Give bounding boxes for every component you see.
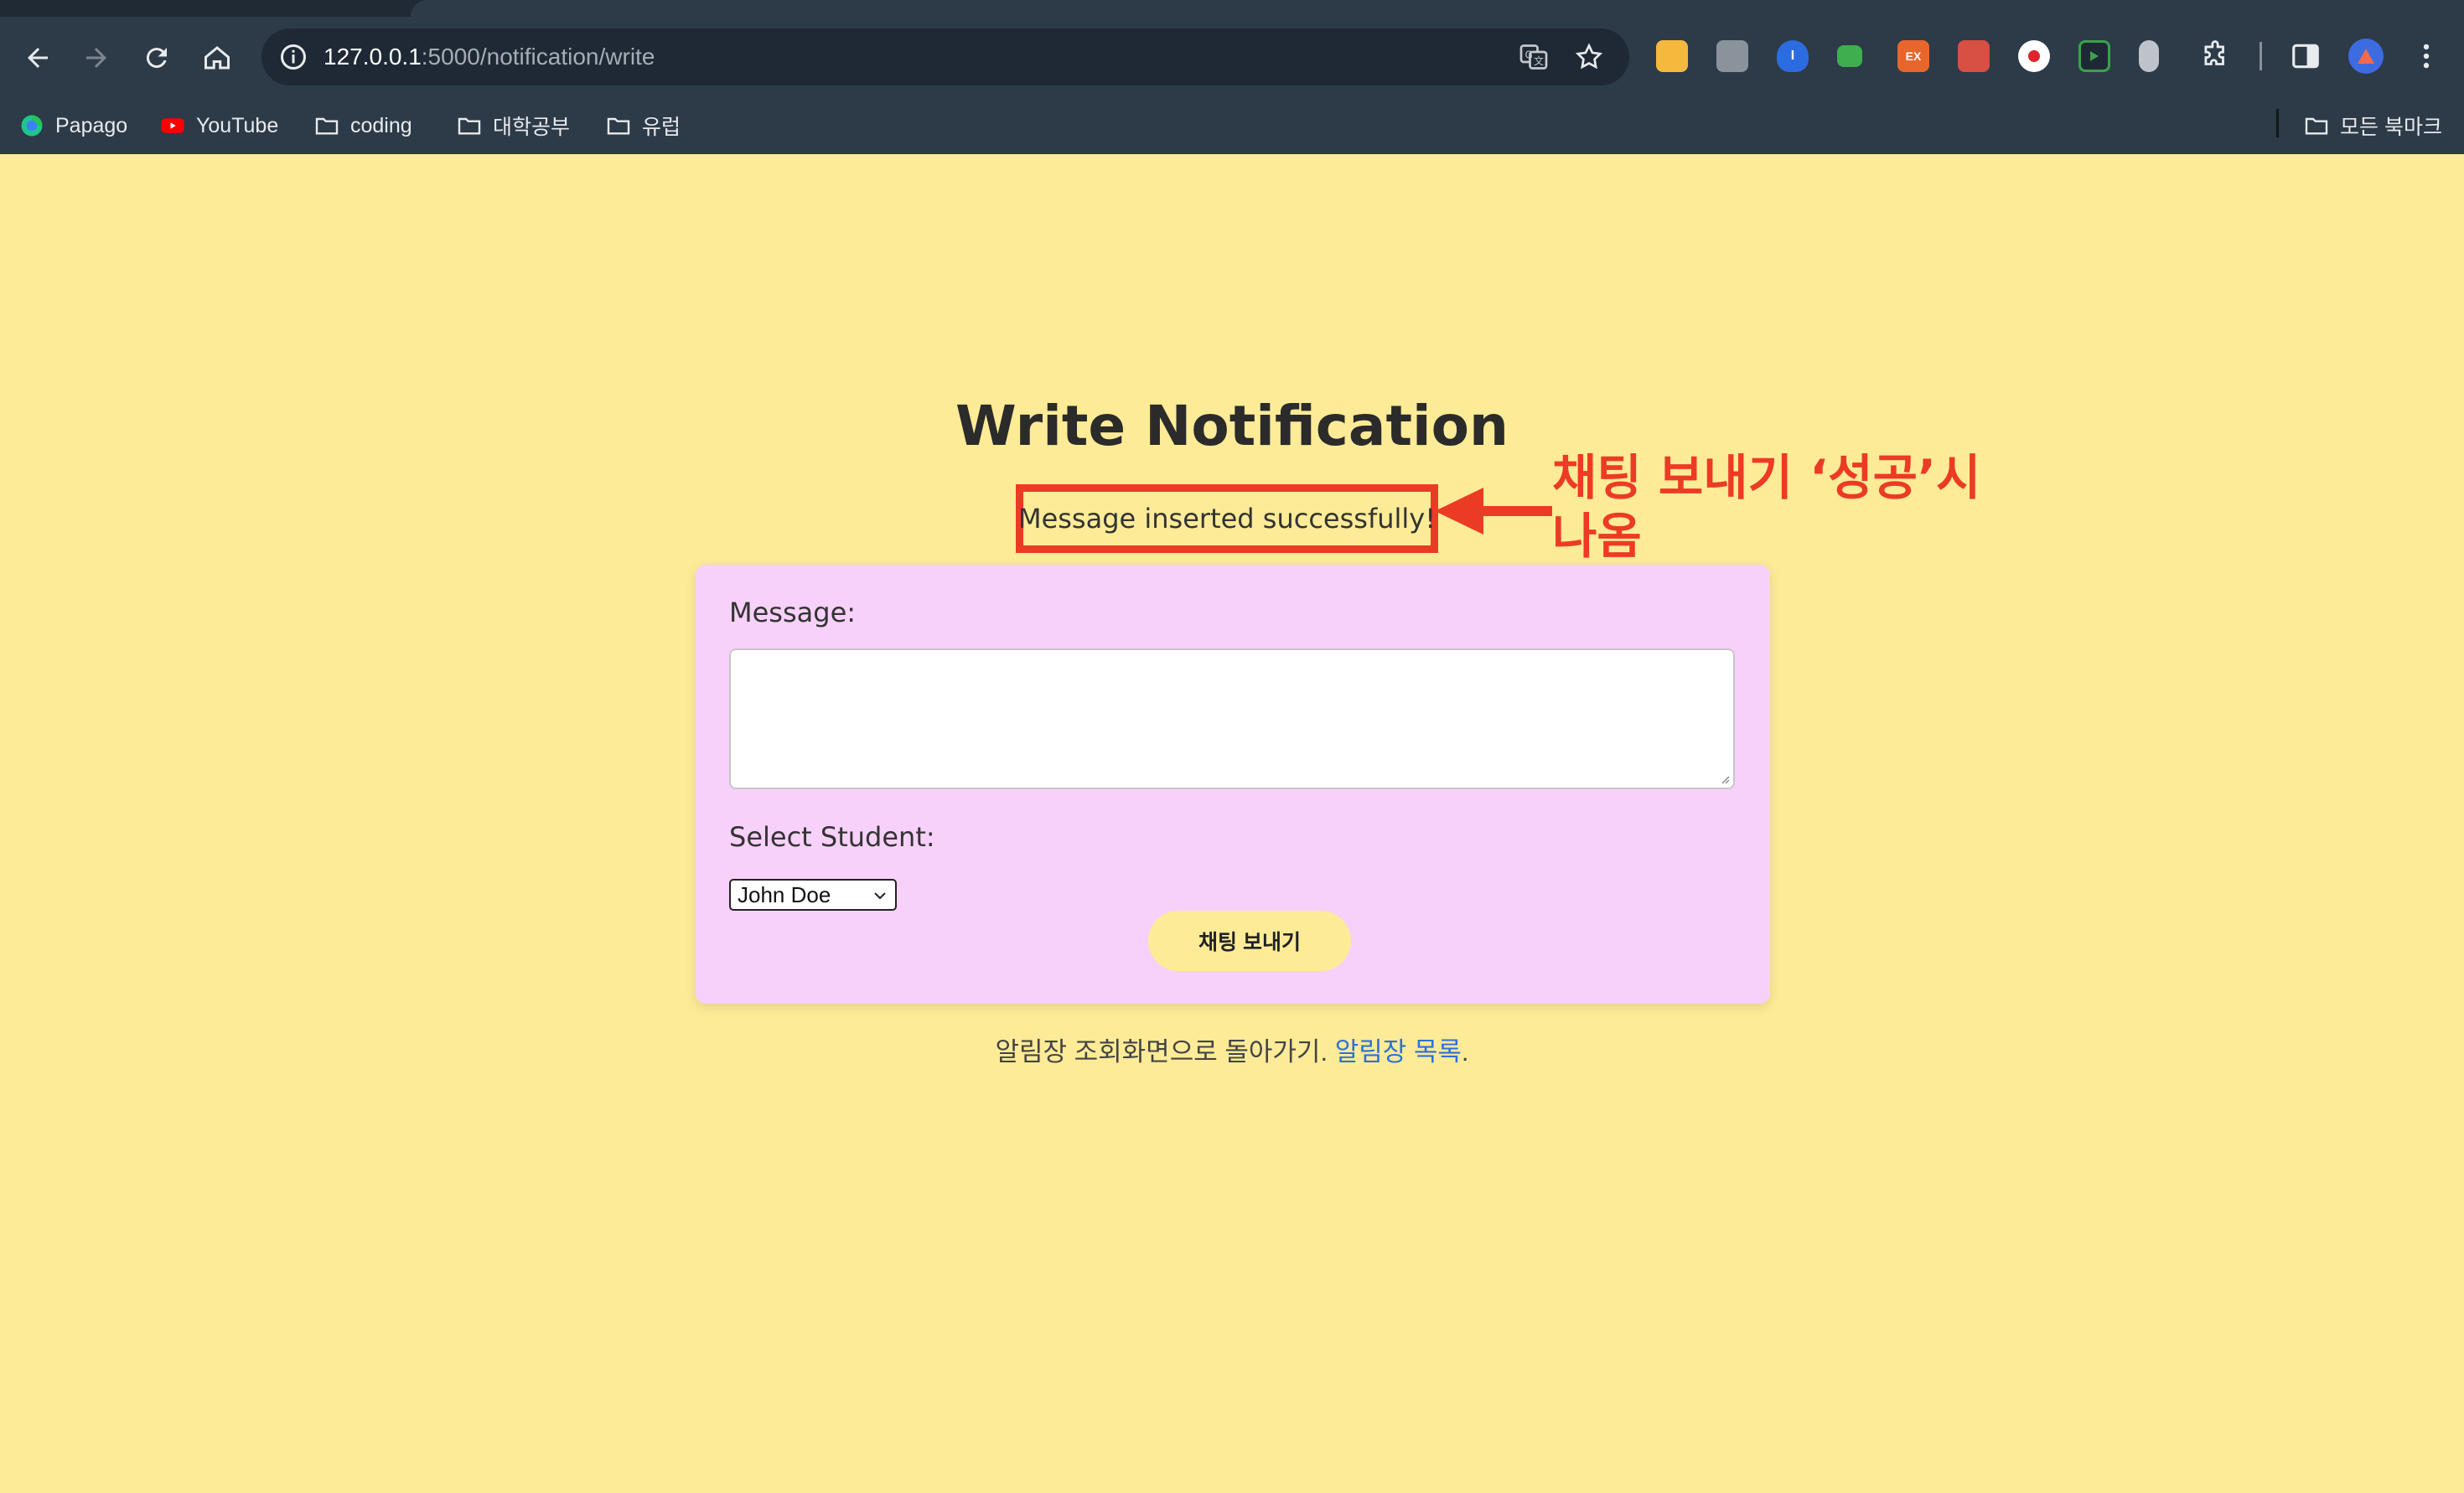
- notification-form: Message: Select Student: John Doe 채팅 보내기: [696, 565, 1770, 1004]
- bookmark-label: YouTube: [196, 113, 279, 137]
- student-label: Select Student:: [729, 821, 935, 853]
- active-tab[interactable]: [411, 0, 2464, 17]
- site-info-icon[interactable]: [278, 42, 308, 72]
- student-select[interactable]: John Doe: [729, 879, 897, 911]
- svg-text:文: 文: [1534, 54, 1544, 67]
- back-button[interactable]: [18, 39, 57, 77]
- message-textarea[interactable]: [729, 648, 1735, 789]
- flash-message: Message inserted successfully!: [1016, 484, 1438, 553]
- translate-icon[interactable]: G文: [1519, 42, 1549, 72]
- folder-icon: [456, 112, 483, 139]
- url-host: 127.0.0.1: [324, 44, 422, 70]
- annotation-text: 채팅 보내기 ‘성공’시 나옴: [1552, 449, 1981, 565]
- resize-grip-icon[interactable]: [1718, 772, 1730, 784]
- more-menu-icon[interactable]: [2410, 40, 2442, 72]
- notification-list-link[interactable]: 알림장 목록: [1335, 1037, 1462, 1067]
- send-chat-button[interactable]: 채팅 보내기: [1148, 911, 1351, 971]
- page-title: Write Notification: [955, 394, 1509, 458]
- message-label: Message:: [729, 597, 857, 628]
- home-button[interactable]: [198, 39, 236, 77]
- url-text[interactable]: 127.0.0.1:5000/notification/write: [324, 28, 655, 85]
- profile-avatar[interactable]: [2348, 39, 2384, 74]
- all-bookmarks-button[interactable]: 모든 북마크: [2303, 109, 2442, 142]
- extensions-puzzle-icon[interactable]: [2199, 40, 2231, 72]
- url-path: :5000/notification/write: [421, 44, 655, 70]
- annotation-arrow-icon: [1435, 488, 1552, 535]
- extension-mouse-icon[interactable]: [2139, 40, 2159, 72]
- folder-icon: [2303, 112, 2330, 139]
- address-bar[interactable]: 127.0.0.1:5000/notification/write G文: [261, 28, 1629, 85]
- tab-strip: [0, 0, 2464, 17]
- folder-icon: [313, 112, 340, 139]
- student-select-value: John Doe: [738, 882, 831, 907]
- extension-play-icon[interactable]: [2078, 40, 2110, 72]
- browser-toolbar: 127.0.0.1:5000/notification/write G文 I E…: [0, 17, 2464, 97]
- reload-icon: [146, 48, 167, 69]
- footer-text: 알림장 조회화면으로 돌아가기.: [995, 1037, 1328, 1067]
- bookmark-star-icon[interactable]: [1574, 42, 1604, 72]
- bookmark-label: 대학공부: [493, 116, 571, 139]
- extension-shield-icon[interactable]: I: [1777, 40, 1809, 72]
- bookmark-youtube[interactable]: YouTube: [159, 109, 278, 142]
- bookmarks-divider: [2276, 109, 2279, 137]
- extension-record-icon[interactable]: [2018, 40, 2050, 72]
- forward-button[interactable]: [77, 39, 116, 77]
- bookmarks-bar: Papago YouTube coding 대학공부 유럽 모든 북마크: [0, 97, 2464, 154]
- footer-note: 알림장 조회화면으로 돌아가기. 알림장 목록.: [0, 1031, 2464, 1068]
- bookmark-label: Papago: [55, 113, 128, 137]
- bookmark-label: coding: [350, 113, 412, 137]
- papago-icon: [18, 112, 45, 139]
- browser-chrome: 127.0.0.1:5000/notification/write G文 I E…: [0, 0, 2464, 154]
- extension-green-icon[interactable]: [1837, 45, 1862, 67]
- svg-text:G: G: [1525, 49, 1533, 61]
- home-icon: [204, 46, 230, 70]
- bookmark-papago[interactable]: Papago: [18, 109, 127, 142]
- forward-arrow-icon: [86, 48, 106, 68]
- footer-period: .: [1461, 1037, 1469, 1067]
- youtube-icon: [159, 112, 186, 139]
- chevron-down-icon: [874, 892, 886, 900]
- bookmark-folder-europe[interactable]: 유럽: [605, 109, 681, 142]
- all-bookmarks-label: 모든 북마크: [2340, 116, 2442, 139]
- bookmark-folder-coding[interactable]: coding: [313, 109, 412, 142]
- extension-ex-icon[interactable]: EX: [1897, 40, 1929, 72]
- folder-icon: [605, 112, 632, 139]
- bookmark-folder-study[interactable]: 대학공부: [456, 109, 570, 142]
- back-arrow-icon: [28, 48, 48, 68]
- extension-yellow-icon[interactable]: [1656, 40, 1688, 72]
- side-panel-icon[interactable]: [2290, 40, 2322, 72]
- extension-camera-icon[interactable]: [1716, 40, 1748, 72]
- toolbar-divider: [2260, 42, 2262, 70]
- extension-printer-icon[interactable]: [1958, 40, 1990, 72]
- bookmark-label: 유럽: [642, 116, 681, 139]
- reload-button[interactable]: [137, 39, 176, 77]
